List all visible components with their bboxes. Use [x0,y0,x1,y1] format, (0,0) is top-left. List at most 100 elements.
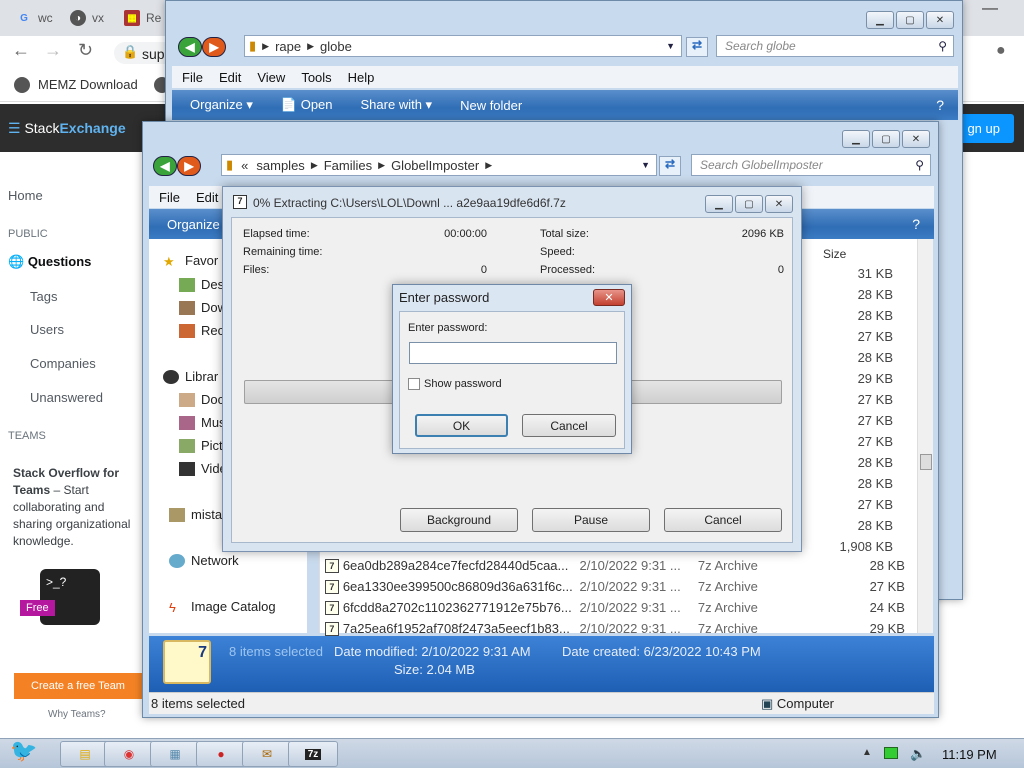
ok-button[interactable]: OK [415,414,508,437]
network-tray-icon[interactable] [884,747,898,759]
bookmark-memz[interactable]: MEMZ Download [38,77,138,92]
minimize-icon[interactable]: ▁ [842,130,870,148]
nav-desktop[interactable]: Des [179,277,224,292]
menu-edit[interactable]: Edit [219,70,241,85]
menu-file[interactable]: File [182,70,203,85]
taskbar-explorer[interactable]: ▤ [60,741,110,767]
open-button[interactable]: 📄 Open [281,97,333,113]
nav-homegroup[interactable]: mistal [169,507,225,522]
file-row[interactable]: 7 6ea0db289a284ce7fecfd28440d5caa... 2/10/… [325,555,905,576]
nav-network[interactable]: Network [169,553,239,568]
libraries-icon [163,369,179,384]
back-icon[interactable]: ◀ [153,156,177,176]
pause-button[interactable]: Pause [532,508,650,532]
column-header-size[interactable]: Size [823,247,846,261]
browser-tab[interactable]: ◑ vx [70,6,104,30]
taskbar-notepad[interactable]: ▦ [150,741,200,767]
sidebar-item-users[interactable]: Users [30,322,64,337]
maximize-icon[interactable]: ▢ [896,11,924,29]
minimize-icon[interactable]: ▁ [866,11,894,29]
nav-videos[interactable]: Vide [179,461,227,476]
address-bar[interactable]: ▮ « samples ▶ Families ▶ GlobelImposter … [221,154,657,176]
nav-music[interactable]: Mus [179,415,226,430]
nav-libraries[interactable]: Librar [163,369,218,384]
forward-icon[interactable]: ▶ [202,37,226,57]
menu-file[interactable]: File [159,190,180,205]
sidebar-item-tags[interactable]: Tags [30,289,57,304]
dropdown-arrow-icon[interactable]: ▼ [641,160,650,170]
sidebar-item-unanswered[interactable]: Unanswered [30,390,103,405]
nav-downloads[interactable]: Dow [179,300,227,315]
browser-tab[interactable]: ▦ Re [124,6,161,30]
password-input[interactable] [409,342,617,364]
background-button[interactable]: Background [400,508,518,532]
close-icon[interactable]: ✕ [765,195,793,213]
back-arrow-icon[interactable]: ← [12,40,30,61]
tray-arrow-icon[interactable]: ▲ [862,747,872,758]
breadcrumb-overflow[interactable]: « [241,158,248,173]
search-input[interactable]: Search GlobelImposter ⚲ [691,154,931,176]
file-row[interactable]: 7 6fcdd8a2702c1102362771912e75b76... 2/10/… [325,597,905,618]
minimize-icon[interactable]: ▁ [705,195,733,213]
chrome-minimize-icon[interactable]: — [982,0,998,18]
file-size: 27 KB [857,434,893,449]
breadcrumb-item[interactable]: rape [275,39,301,54]
taskbar-7zip[interactable]: 7z [288,741,338,767]
cancel-button[interactable]: Cancel [664,508,782,532]
browser-tab[interactable]: G wc [16,6,53,30]
taskbar-app[interactable]: ✉ [242,741,292,767]
sidebar-item-companies[interactable]: Companies [30,356,96,371]
sidebar-item-questions[interactable]: 🌐 Questions [8,254,91,270]
organize-button[interactable]: Organize ▾ [190,97,253,113]
file-row[interactable]: 7 6ea1330ee399500c86809d36a631f6c... 2/10/… [325,576,905,597]
help-icon[interactable]: ? [936,97,944,113]
nav-image-catalog[interactable]: ϟ Image Catalog [169,599,276,615]
cancel-button[interactable]: Cancel [522,414,616,437]
menu-view[interactable]: View [257,70,285,85]
breadcrumb-item[interactable]: GlobelImposter [391,158,479,173]
dropdown-arrow-icon[interactable]: ▼ [666,41,675,51]
organize-button[interactable]: Organize [167,217,220,232]
start-button-angry-bird-icon[interactable]: 🐦 [4,733,44,769]
show-password-checkbox[interactable]: Show password [408,378,502,390]
clock[interactable]: 11:19 PM [942,747,997,762]
address-bar[interactable]: ▮ ▶ rape ▶ globe ▼ [244,35,682,57]
scrollbar[interactable] [917,239,933,633]
breadcrumb-item[interactable]: Families [324,158,372,173]
close-icon[interactable]: ✕ [902,130,930,148]
volume-icon[interactable]: 🔈 [910,746,926,762]
share-button[interactable]: Share with ▾ [361,97,433,113]
search-input[interactable]: Search globe ⚲ [716,35,954,57]
maximize-icon[interactable]: ▢ [735,195,763,213]
menu-tools[interactable]: Tools [301,70,331,85]
close-icon[interactable]: ✕ [593,289,625,306]
checkbox-box[interactable] [408,378,420,390]
breadcrumb-item[interactable]: samples [256,158,304,173]
forward-icon[interactable]: ▶ [177,156,201,176]
reload-icon[interactable]: ↻ [78,40,93,61]
close-icon[interactable]: ✕ [926,11,954,29]
menu-edit[interactable]: Edit [196,190,218,205]
help-icon[interactable]: ? [912,216,920,232]
taskbar-devcpp[interactable]: ● [196,741,246,767]
back-icon[interactable]: ◀ [178,37,202,57]
stackexchange-logo[interactable]: ☰ StackExchange [8,120,126,137]
nav-recent[interactable]: Rec [179,323,224,338]
create-team-button[interactable]: Create a free Team [14,673,142,699]
menu-help[interactable]: Help [348,70,375,85]
forward-arrow-icon[interactable]: → [44,40,62,61]
taskbar-chrome[interactable]: ◉ [104,741,154,767]
refresh-icon[interactable]: ⇄ [686,37,708,57]
file-name: 6ea1330ee399500c86809d36a631f6c... [342,579,573,594]
maximize-icon[interactable]: ▢ [872,130,900,148]
sidebar-item-home[interactable]: Home [8,188,43,203]
nav-favorites[interactable]: ★ Favor [163,253,218,269]
why-teams-link[interactable]: Why Teams? [48,709,106,720]
refresh-icon[interactable]: ⇄ [659,156,681,176]
scrollbar-thumb[interactable] [920,454,932,470]
breadcrumb-item[interactable]: globe [320,39,352,54]
new-folder-button[interactable]: New folder [460,98,522,113]
profile-icon[interactable]: ● [996,42,1006,60]
nav-label: Des [201,277,225,292]
nav-documents[interactable]: Doc [179,392,224,407]
